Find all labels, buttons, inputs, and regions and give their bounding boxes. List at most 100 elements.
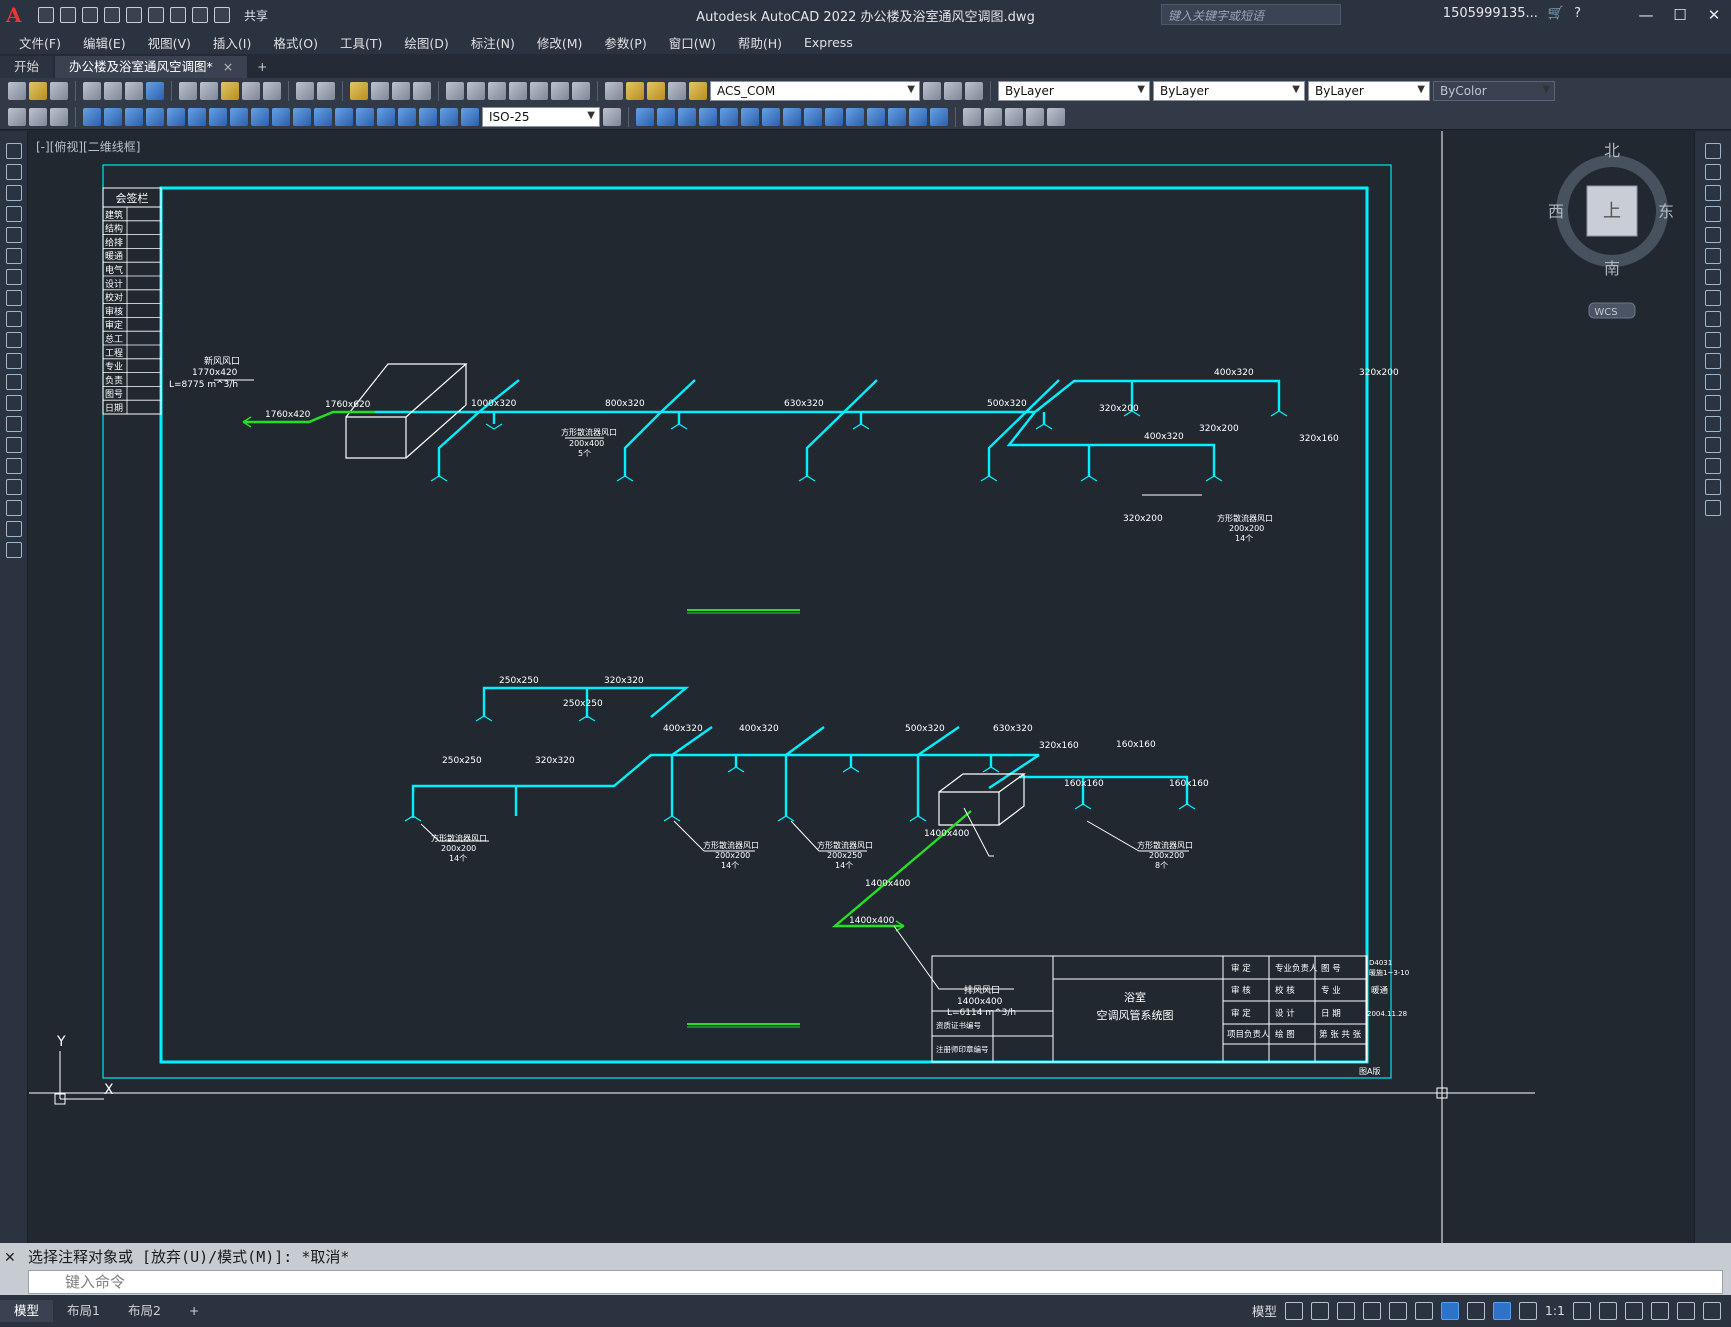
tab-layout1[interactable]: 布局1	[53, 1300, 114, 1322]
table-icon[interactable]	[5, 500, 22, 516]
join-icon[interactable]	[1705, 416, 1721, 432]
plot-icon[interactable]	[170, 7, 186, 23]
fillet-icon[interactable]	[930, 107, 948, 126]
new-tab-button[interactable]: +	[249, 56, 275, 78]
trim-icon[interactable]	[825, 107, 843, 126]
clean-screen-icon[interactable]	[1677, 1301, 1695, 1320]
share-button[interactable]: 共享	[244, 7, 268, 24]
erase-icon[interactable]	[1705, 143, 1721, 159]
color-dropdown[interactable]: ByLayer ▼	[998, 81, 1150, 101]
gear-icon[interactable]	[1573, 1301, 1591, 1320]
revcloud-icon[interactable]	[5, 290, 22, 306]
command-close-icon[interactable]: ✕	[4, 1250, 16, 1266]
rotate-icon[interactable]	[1705, 269, 1721, 285]
cut-icon[interactable]	[179, 82, 197, 100]
arc-length-icon[interactable]	[125, 107, 143, 126]
annotation-scale[interactable]: 1:1	[1545, 1303, 1565, 1318]
array-icon[interactable]	[720, 107, 738, 126]
share-icon[interactable]	[146, 82, 164, 100]
help-icon[interactable]	[572, 82, 590, 100]
design-center-icon[interactable]	[467, 82, 485, 100]
object-snap-icon[interactable]	[1440, 1301, 1459, 1320]
construction-line-icon[interactable]	[5, 164, 22, 180]
zoom-previous-icon[interactable]	[413, 82, 431, 100]
tab-drawing[interactable]: 办公楼及浴室通风空调图* ×	[55, 56, 248, 78]
close-icon[interactable]: ✕	[1697, 0, 1731, 30]
arc-icon[interactable]	[5, 248, 22, 264]
line-icon[interactable]	[5, 143, 22, 159]
search-input[interactable]: 键入关键字或短语	[1161, 4, 1341, 25]
join-icon[interactable]	[888, 107, 906, 126]
maximize-icon[interactable]: ☐	[1663, 0, 1697, 30]
user-account[interactable]: 1505999135...	[1443, 6, 1538, 21]
circle-icon[interactable]	[5, 269, 22, 285]
copy-icon[interactable]	[1705, 164, 1721, 180]
spline-icon[interactable]	[5, 311, 22, 327]
redo-icon[interactable]	[317, 82, 335, 100]
menu-tools[interactable]: 工具(T)	[329, 33, 393, 52]
minimize-icon[interactable]: —	[1629, 0, 1663, 30]
break-at-point-icon[interactable]	[1705, 374, 1721, 390]
isolate-objects-icon[interactable]	[1651, 1301, 1669, 1320]
command-input[interactable]: 键入命令	[28, 1270, 1723, 1294]
stretch-icon[interactable]	[804, 107, 822, 126]
dimension-style-icon[interactable]	[603, 107, 621, 126]
offset-icon[interactable]	[699, 107, 717, 126]
jogged-linear-icon[interactable]	[419, 107, 437, 126]
annotation-icon[interactable]	[8, 107, 26, 126]
plus-icon[interactable]	[1599, 1301, 1617, 1320]
tab-layout2[interactable]: 布局2	[114, 1300, 175, 1322]
polyline-icon[interactable]	[5, 185, 22, 201]
offset-icon[interactable]	[1705, 206, 1721, 222]
viewcube-south[interactable]: 南	[1604, 259, 1620, 278]
trim-icon[interactable]	[1705, 332, 1721, 348]
dimension-space-icon[interactable]	[314, 107, 332, 126]
tolerance-icon[interactable]	[356, 107, 374, 126]
copy-object-icon[interactable]	[657, 107, 675, 126]
angular-icon[interactable]	[230, 107, 248, 126]
baseline-icon[interactable]	[272, 107, 290, 126]
layer-states-icon[interactable]	[965, 82, 983, 100]
mirror-icon[interactable]	[678, 107, 696, 126]
open-icon[interactable]	[29, 82, 47, 100]
text-front-icon[interactable]	[1026, 107, 1044, 126]
open-web-icon[interactable]	[126, 7, 142, 23]
erase-icon[interactable]	[636, 107, 654, 126]
hatch-back-icon[interactable]	[1047, 107, 1065, 126]
array-icon[interactable]	[1705, 227, 1721, 243]
wcs-menu[interactable]: WCS	[1594, 307, 1617, 318]
region-icon[interactable]	[5, 479, 22, 495]
cart-icon[interactable]: 🛒	[1548, 6, 1564, 21]
polygon-icon[interactable]	[5, 206, 22, 222]
menu-modify[interactable]: 修改(M)	[526, 33, 594, 52]
open-icon[interactable]	[60, 7, 76, 23]
center-mark-icon[interactable]	[377, 107, 395, 126]
fillet-icon[interactable]	[1705, 458, 1721, 474]
layer-lock-icon[interactable]	[689, 82, 707, 100]
sheet-set-icon[interactable]	[509, 82, 527, 100]
make-block-icon[interactable]	[5, 395, 22, 411]
dimension-break-icon[interactable]	[335, 107, 353, 126]
dimension-update-icon[interactable]	[461, 107, 479, 126]
send-back-icon[interactable]	[1005, 107, 1023, 126]
layer-freeze-icon[interactable]	[647, 82, 665, 100]
quick-dimension-icon[interactable]	[251, 107, 269, 126]
menu-help[interactable]: 帮助(H)	[727, 33, 793, 52]
object-snap-tracking-icon[interactable]	[1414, 1301, 1433, 1320]
menu-dimension[interactable]: 标注(N)	[460, 33, 526, 52]
save-icon[interactable]	[50, 82, 68, 100]
extend-icon[interactable]	[846, 107, 864, 126]
layer-viewport-icon[interactable]	[668, 82, 686, 100]
draw-order-icon[interactable]	[963, 107, 981, 126]
tool-palettes-icon[interactable]	[488, 82, 506, 100]
chamfer-icon[interactable]	[909, 107, 927, 126]
redo-icon[interactable]	[214, 7, 230, 23]
ellipse-icon[interactable]	[5, 332, 22, 348]
blend-curves-icon[interactable]	[1705, 479, 1721, 495]
aligned-dimension-icon[interactable]	[104, 107, 122, 126]
mtext-icon[interactable]	[5, 521, 22, 537]
snap-icon[interactable]	[1310, 1301, 1329, 1320]
mirror-icon[interactable]	[1705, 185, 1721, 201]
dimension-edit-icon[interactable]	[440, 107, 458, 126]
ellipse-arc-icon[interactable]	[5, 353, 22, 369]
